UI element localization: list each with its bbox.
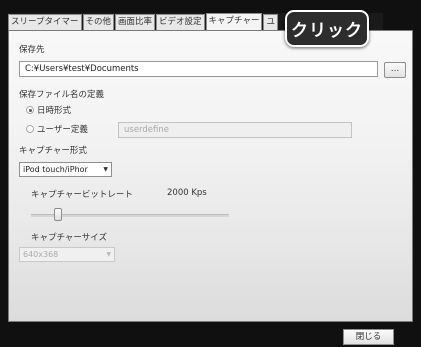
datetime-option-label: 日時形式 xyxy=(37,106,72,116)
datetime-radio[interactable] xyxy=(26,106,34,114)
capture-format-value: iPod touch/iPhor xyxy=(23,165,88,174)
user-defined-input[interactable]: userdefine xyxy=(118,122,352,138)
bitrate-label: キャプチャービットレート xyxy=(31,190,133,200)
chevron-down-icon: ▼ xyxy=(106,251,111,258)
dialog-window: スリープタイマー その他 画面比率 ビデオ設定 キャプチャー ユ 保存先 C:¥… xyxy=(0,0,421,347)
click-callout: クリック xyxy=(285,10,369,47)
tab-sleep-timer[interactable]: スリープタイマー xyxy=(8,14,82,30)
save-location-input[interactable]: C:¥Users¥test¥Documents xyxy=(19,61,378,77)
tab-user-partial[interactable]: ユ xyxy=(263,14,278,30)
bitrate-slider-thumb[interactable] xyxy=(53,208,62,221)
tab-other[interactable]: その他 xyxy=(82,14,115,30)
capture-size-select[interactable]: 640x368 ▼ xyxy=(19,247,115,262)
bitrate-value: 2000 Kps xyxy=(167,188,207,198)
chevron-down-icon: ▼ xyxy=(103,166,108,173)
capture-size-value: 640x368 xyxy=(23,250,59,259)
user-defined-radio[interactable] xyxy=(26,125,34,133)
browse-button[interactable]: ... xyxy=(384,62,406,78)
save-location-label: 保存先 xyxy=(19,45,45,55)
capture-settings-panel: 保存先 C:¥Users¥test¥Documents ... 保存ファイル名の… xyxy=(8,30,413,322)
filename-definition-label: 保存ファイル名の定義 xyxy=(19,90,105,100)
user-defined-option-label: ユーザー定義 xyxy=(37,125,88,135)
capture-format-label: キャプチャー形式 xyxy=(19,146,87,156)
capture-format-select[interactable]: iPod touch/iPhor ▼ xyxy=(19,162,112,177)
tab-video-settings[interactable]: ビデオ設定 xyxy=(156,14,205,30)
capture-size-label: キャプチャーサイズ xyxy=(31,233,107,243)
tab-capture[interactable]: キャプチャー xyxy=(205,13,263,30)
tab-aspect-ratio[interactable]: 画面比率 xyxy=(115,14,156,30)
close-button[interactable]: 閉じる xyxy=(343,329,394,345)
